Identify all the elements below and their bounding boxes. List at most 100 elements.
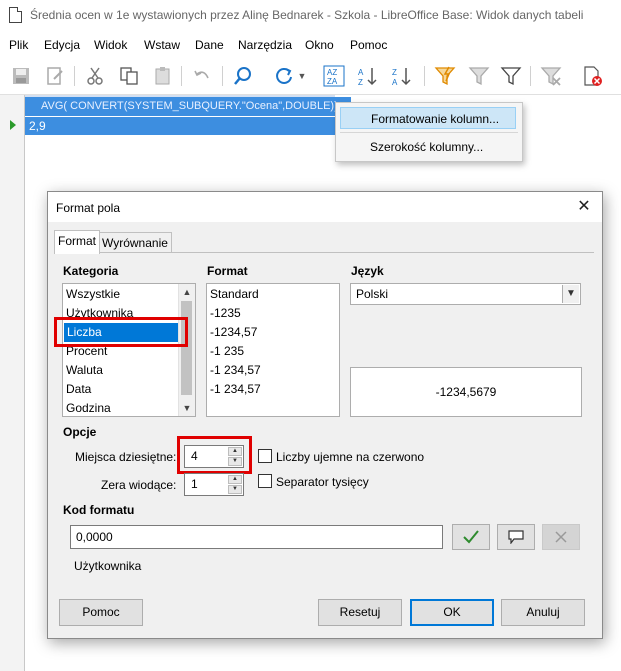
toolbar-separator: [74, 66, 75, 86]
scroll-down-icon[interactable]: ▼: [179, 400, 195, 416]
comment-button[interactable]: [497, 524, 535, 550]
dialog-title-bar: Format pola ✕: [48, 192, 602, 222]
toolbar-separator: [181, 66, 182, 86]
category-label: Kategoria: [63, 264, 119, 278]
column-header[interactable]: AVG( CONVERT(SYSTEM_SUBQUERY."Ocena",DOU…: [25, 97, 351, 116]
menu-okno[interactable]: Okno: [305, 38, 334, 52]
list-item[interactable]: -1 234,57: [210, 380, 261, 399]
menu-separator: [340, 132, 518, 133]
refresh-dropdown-icon[interactable]: ▼: [296, 64, 308, 88]
stepper-down-icon[interactable]: ▼: [228, 485, 242, 494]
help-button[interactable]: Pomoc: [59, 599, 143, 626]
menu-plik[interactable]: Plik: [9, 38, 28, 52]
thousands-separator-checkbox[interactable]: [258, 474, 272, 488]
ok-button[interactable]: OK: [410, 599, 494, 626]
refresh-icon[interactable]: [272, 64, 296, 88]
format-code-input[interactable]: 0,0000: [70, 525, 443, 549]
svg-text:Z: Z: [392, 68, 397, 77]
toolbar-separator: [530, 66, 531, 86]
stepper-up-icon[interactable]: ▲: [228, 475, 242, 484]
sort-descending-icon[interactable]: ZA: [390, 64, 414, 88]
list-item[interactable]: -1 235: [210, 342, 244, 361]
leading-zeros-stepper[interactable]: 1 ▲ ▼: [184, 473, 244, 496]
list-item[interactable]: -1234,57: [210, 323, 257, 342]
menu-wstaw[interactable]: Wstaw: [144, 38, 180, 52]
list-item[interactable]: Data: [66, 380, 91, 399]
window-title: Średnia ocen w 1e wystawionych przez Ali…: [30, 8, 584, 22]
paste-icon[interactable]: [151, 64, 175, 88]
menu-item-column-width[interactable]: Szerokość kolumny...: [340, 136, 516, 158]
negative-red-label: Liczby ujemne na czerwono: [276, 450, 425, 464]
format-code-value: 0,0000: [76, 530, 113, 544]
svg-text:Z: Z: [358, 78, 363, 87]
menu-edycja[interactable]: Edycja: [44, 38, 80, 52]
edit-icon[interactable]: [43, 64, 67, 88]
scroll-thumb[interactable]: [181, 301, 192, 395]
toolbar-separator: [222, 66, 223, 86]
list-item[interactable]: -1 234,57: [210, 361, 261, 380]
format-description: Użytkownika: [74, 559, 142, 573]
list-item[interactable]: Wszystkie: [66, 285, 120, 304]
language-value: Polski: [356, 287, 389, 301]
language-select[interactable]: Polski ▼: [350, 283, 581, 305]
list-item[interactable]: Waluta: [66, 361, 103, 380]
highlight-box-decimals: [177, 436, 252, 474]
autofilter-icon[interactable]: [433, 64, 457, 88]
list-item[interactable]: Standard: [210, 285, 259, 304]
cancel-button[interactable]: Anuluj: [501, 599, 585, 626]
standard-filter-icon[interactable]: [467, 64, 491, 88]
remove-filter-icon[interactable]: [539, 64, 563, 88]
format-code-label: Kod formatu: [63, 503, 135, 517]
menu-dane[interactable]: Dane: [195, 38, 224, 52]
menu-item-format-columns[interactable]: Formatowanie kolumn...: [340, 107, 516, 129]
category-scrollbar[interactable]: ▲ ▼: [178, 284, 195, 416]
svg-text:A: A: [392, 78, 398, 87]
negative-red-checkbox[interactable]: [258, 449, 272, 463]
comment-icon: [508, 530, 524, 544]
filter-icon[interactable]: [499, 64, 523, 88]
search-icon[interactable]: [231, 64, 255, 88]
tab-alignment[interactable]: Wyrównanie: [98, 232, 172, 253]
check-icon: [463, 530, 479, 544]
menu-pomoc[interactable]: Pomoc: [350, 38, 387, 52]
menu-widok[interactable]: Widok: [94, 38, 127, 52]
reset-button[interactable]: Resetuj: [318, 599, 402, 626]
language-label: Język: [351, 264, 384, 278]
delete-record-icon[interactable]: [580, 64, 604, 88]
table-row[interactable]: 2,9: [25, 117, 339, 135]
save-icon[interactable]: [9, 64, 33, 88]
category-list[interactable]: Wszystkie Użytkownika Liczba Procent Wal…: [62, 283, 196, 417]
undo-icon[interactable]: [190, 64, 214, 88]
tab-format[interactable]: Format: [54, 230, 101, 254]
scroll-up-icon[interactable]: ▲: [179, 284, 195, 300]
menu-narzedzia[interactable]: Narzędzia: [238, 38, 292, 52]
title-bar: Średnia ocen w 1e wystawionych przez Ali…: [0, 0, 621, 30]
svg-text:ZA: ZA: [327, 77, 338, 86]
list-item[interactable]: -1235: [210, 304, 241, 323]
format-list[interactable]: Standard -1235 -1234,57 -1 235 -1 234,57…: [206, 283, 340, 417]
options-label: Opcje: [63, 425, 97, 439]
document-icon: [9, 7, 22, 23]
current-row-marker-icon: [10, 120, 16, 130]
sort-icon[interactable]: AZ ZA: [322, 64, 346, 88]
sort-ascending-icon[interactable]: AZ: [356, 64, 380, 88]
format-field-dialog: Format pola ✕ Format Wyrównanie Kategori…: [47, 191, 603, 639]
svg-text:A: A: [358, 68, 364, 77]
thousands-separator-label: Separator tysięcy: [276, 475, 369, 489]
copy-icon[interactable]: [117, 64, 141, 88]
toolbar: ▼ AZ ZA AZ ZA: [0, 58, 621, 95]
row-header-column: [0, 95, 25, 671]
accept-format-button[interactable]: [452, 524, 490, 550]
list-item[interactable]: Godzina: [66, 399, 111, 416]
close-icon[interactable]: ✕: [572, 196, 596, 218]
leading-zeros-label: Zera wiodące:: [101, 478, 177, 492]
leading-zeros-value: 1: [191, 477, 198, 491]
format-label: Format: [207, 264, 248, 278]
delete-icon: [555, 531, 567, 543]
cut-icon[interactable]: [83, 64, 107, 88]
decimal-places-label: Miejsca dziesiętne:: [75, 450, 177, 464]
svg-text:AZ: AZ: [327, 68, 337, 77]
context-menu: Formatowanie kolumn... Szerokość kolumny…: [335, 102, 523, 162]
chevron-down-icon[interactable]: ▼: [562, 285, 579, 303]
delete-format-button[interactable]: [542, 524, 580, 550]
